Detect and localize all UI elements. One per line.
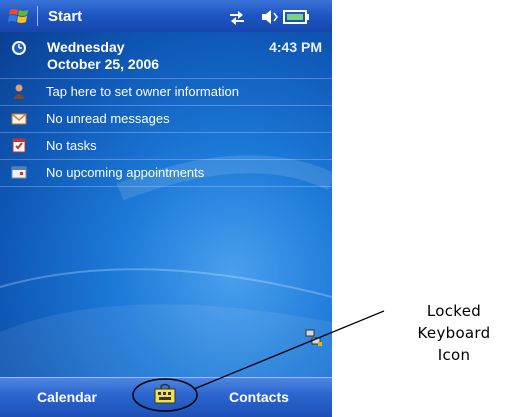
day-label: Wednesday xyxy=(47,39,125,55)
windows-start-icon[interactable] xyxy=(8,5,30,27)
appointments-row[interactable]: No upcoming appointments xyxy=(0,160,332,187)
task-icon xyxy=(12,138,26,153)
pocket-pc-screen: Start Wednesday October 25, 2006 4:43 PM… xyxy=(0,0,332,417)
status-icons[interactable] xyxy=(228,8,318,26)
calendar-softkey[interactable]: Calendar xyxy=(37,389,97,405)
title-bar: Start xyxy=(0,0,332,32)
owner-info-label: Tap here to set owner information xyxy=(46,84,239,99)
clock-icon xyxy=(12,41,26,55)
date-row[interactable]: Wednesday October 25, 2006 4:43 PM xyxy=(0,34,332,79)
time-label: 4:43 PM xyxy=(269,39,322,55)
owner-icon xyxy=(13,84,25,99)
messages-row[interactable]: No unread messages xyxy=(0,106,332,133)
today-screen: Wednesday October 25, 2006 4:43 PM Tap h… xyxy=(0,32,332,377)
owner-info-row[interactable]: Tap here to set owner information xyxy=(0,79,332,106)
calendar-icon xyxy=(11,166,27,179)
date-label: October 25, 2006 xyxy=(47,56,160,72)
tasks-label: No tasks xyxy=(46,138,97,153)
tasks-row[interactable]: No tasks xyxy=(0,133,332,160)
messages-label: No unread messages xyxy=(46,111,170,126)
callout-line2: Icon xyxy=(437,346,471,364)
battery-icon[interactable] xyxy=(283,10,309,24)
title-separator xyxy=(37,6,38,26)
callout-line1: Locked Keyboard xyxy=(417,302,491,342)
callout-label: Locked Keyboard Icon xyxy=(388,300,520,366)
start-menu-title[interactable]: Start xyxy=(48,8,82,25)
locked-keyboard-icon[interactable] xyxy=(153,383,177,407)
connectivity-icon[interactable] xyxy=(230,11,244,25)
contacts-softkey[interactable]: Contacts xyxy=(229,389,289,405)
envelope-icon xyxy=(11,113,27,125)
speaker-icon[interactable] xyxy=(262,10,278,24)
appointments-label: No upcoming appointments xyxy=(46,165,205,180)
network-icon[interactable] xyxy=(305,329,323,347)
